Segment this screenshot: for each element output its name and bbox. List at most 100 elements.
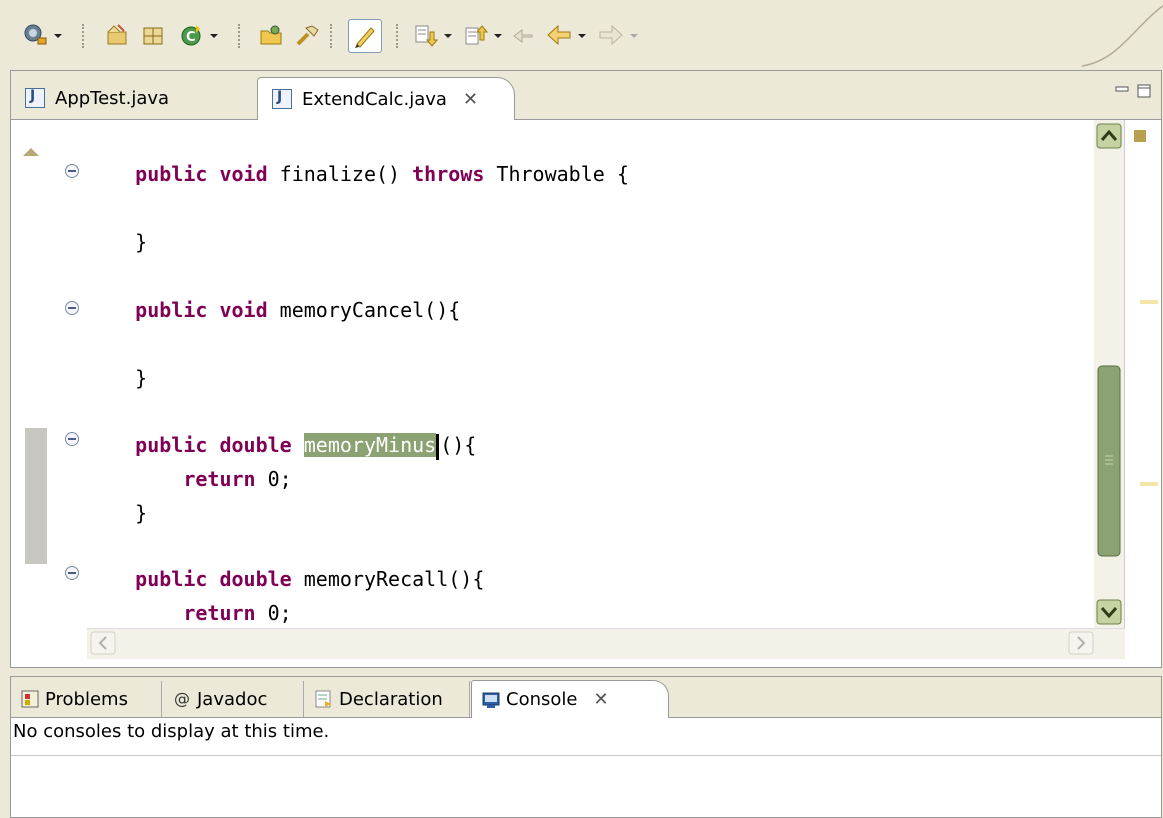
problems-icon bbox=[21, 690, 39, 708]
keyword: return bbox=[183, 467, 256, 491]
console-message: No consoles to display at this time. bbox=[13, 721, 330, 742]
tab-extendcalc-java[interactable]: ExtendCalc.java ✕ bbox=[257, 77, 515, 120]
code-text: } bbox=[135, 366, 148, 390]
tab-console[interactable]: Console ✕ bbox=[471, 680, 669, 718]
selected-text: memoryMinus bbox=[303, 433, 437, 457]
javadoc-at-icon: @ bbox=[174, 689, 190, 708]
new-class-icon[interactable]: C bbox=[178, 22, 204, 48]
console-icon bbox=[482, 691, 500, 709]
horizontal-scrollbar[interactable] bbox=[87, 628, 1125, 659]
toggle-mark-occurrences-icon[interactable] bbox=[348, 19, 382, 53]
overview-marker bbox=[1140, 300, 1158, 304]
toolbar-separator bbox=[396, 24, 400, 48]
overview-marker bbox=[1140, 482, 1158, 486]
toolbar-separator bbox=[82, 24, 86, 48]
search-icon[interactable] bbox=[294, 22, 320, 48]
range-indicator bbox=[25, 428, 47, 564]
code-line: public void memoryCancel(){ bbox=[87, 296, 1093, 324]
scroll-up-marker-icon bbox=[23, 148, 39, 156]
code-text: memoryCancel(){ bbox=[267, 298, 461, 322]
open-type-icon[interactable] bbox=[258, 22, 284, 48]
svg-text:C: C bbox=[186, 30, 196, 45]
new-java-project-icon[interactable] bbox=[104, 22, 130, 48]
minimize-icon[interactable] bbox=[1115, 83, 1129, 97]
declaration-icon bbox=[315, 690, 333, 708]
code-text: 0; bbox=[255, 467, 292, 491]
code-text: } bbox=[135, 501, 148, 525]
toolbar-separator bbox=[238, 24, 242, 48]
keyword: throws bbox=[412, 162, 485, 186]
fold-collapse-icon[interactable] bbox=[65, 566, 79, 580]
code-line: public void finalize() throws Throwable … bbox=[87, 160, 1093, 188]
last-edit-location-icon[interactable] bbox=[510, 22, 536, 48]
code-line: public double memoryRecall(){ bbox=[87, 565, 1093, 593]
code-line: return 0; bbox=[87, 599, 1093, 627]
toolbar-perspective-curve bbox=[1082, 4, 1163, 67]
editor-panel: AppTest.java ExtendCalc.java ✕ public vo… bbox=[10, 70, 1162, 668]
overview-ruler-graphics bbox=[1134, 130, 1158, 486]
code-text: finalize() bbox=[267, 162, 413, 186]
code-editor[interactable]: public void finalize() throws Throwable … bbox=[87, 120, 1093, 628]
folding-ruler bbox=[51, 120, 87, 628]
close-icon[interactable]: ✕ bbox=[593, 689, 608, 710]
editor-tab-strip: AppTest.java ExtendCalc.java ✕ bbox=[11, 71, 1161, 120]
tab-apptest-java[interactable]: AppTest.java bbox=[11, 77, 257, 119]
main-toolbar: C bbox=[0, 0, 1163, 68]
code-text: Throwable { bbox=[484, 162, 629, 186]
new-package-icon[interactable] bbox=[140, 22, 166, 48]
forward-icon[interactable] bbox=[598, 22, 624, 48]
text-caret bbox=[436, 433, 440, 460]
code-text: memoryRecall(){ bbox=[291, 567, 485, 591]
tab-javadoc[interactable]: @ Javadoc bbox=[163, 681, 304, 717]
code-line-current: public double memoryMinus(){ bbox=[87, 431, 1093, 460]
keyword: public void bbox=[135, 162, 268, 186]
tab-label: AppTest.java bbox=[55, 87, 170, 109]
code-line: } bbox=[87, 499, 1093, 527]
horizontal-scrollbar-graphics bbox=[90, 631, 1094, 655]
new-wizard-icon[interactable] bbox=[22, 22, 48, 48]
keyword: public double bbox=[135, 433, 292, 457]
previous-annotation-icon[interactable] bbox=[462, 22, 489, 48]
java-file-warning-icon bbox=[272, 89, 292, 109]
next-annotation-icon[interactable] bbox=[412, 22, 439, 48]
new-wizard-dropdown-icon[interactable] bbox=[54, 34, 62, 38]
tab-declaration[interactable]: Declaration bbox=[305, 681, 470, 717]
code-line: return 0; bbox=[87, 465, 1093, 493]
keyword: public double bbox=[135, 567, 292, 591]
back-icon[interactable] bbox=[546, 22, 572, 48]
overview-ruler[interactable] bbox=[1124, 120, 1161, 628]
annotation-ruler-graphics bbox=[23, 148, 47, 564]
java-file-icon bbox=[25, 88, 45, 108]
code-line: } bbox=[87, 228, 1093, 256]
scrollbar-thumb bbox=[1097, 365, 1121, 557]
tab-label: Problems bbox=[45, 688, 128, 710]
keyword: return bbox=[183, 601, 256, 625]
annotation-ruler bbox=[11, 120, 51, 628]
vertical-scrollbar-graphics bbox=[1096, 123, 1122, 625]
tab-problems[interactable]: Problems bbox=[11, 681, 162, 717]
code-text: 0; bbox=[255, 601, 292, 625]
new-class-dropdown-icon[interactable] bbox=[210, 34, 218, 38]
fold-collapse-icon[interactable] bbox=[65, 164, 79, 178]
view-tab-strip: Problems @ Javadoc Declaration Console ✕ bbox=[11, 677, 1161, 718]
code-line: } bbox=[87, 364, 1093, 392]
forward-dropdown-icon[interactable] bbox=[630, 34, 638, 38]
vertical-scrollbar[interactable] bbox=[1094, 120, 1124, 628]
tab-label: ExtendCalc.java bbox=[302, 88, 447, 110]
previous-annotation-dropdown-icon[interactable] bbox=[494, 34, 502, 38]
next-annotation-dropdown-icon[interactable] bbox=[444, 34, 452, 38]
overview-status-icon bbox=[1134, 130, 1146, 142]
tab-label: Console bbox=[506, 689, 578, 710]
fold-collapse-icon[interactable] bbox=[65, 432, 79, 446]
code-text: (){ bbox=[440, 433, 477, 457]
keyword: public void bbox=[135, 298, 268, 322]
bottom-view-panel: Problems @ Javadoc Declaration Console ✕… bbox=[10, 676, 1162, 818]
code-text: } bbox=[135, 230, 148, 254]
maximize-icon[interactable] bbox=[1137, 83, 1151, 98]
back-dropdown-icon[interactable] bbox=[578, 34, 586, 38]
close-icon[interactable]: ✕ bbox=[463, 89, 478, 110]
tab-label: Javadoc bbox=[197, 688, 268, 710]
divider bbox=[11, 755, 1161, 756]
fold-collapse-icon[interactable] bbox=[65, 301, 79, 315]
tab-label: Declaration bbox=[339, 688, 443, 710]
